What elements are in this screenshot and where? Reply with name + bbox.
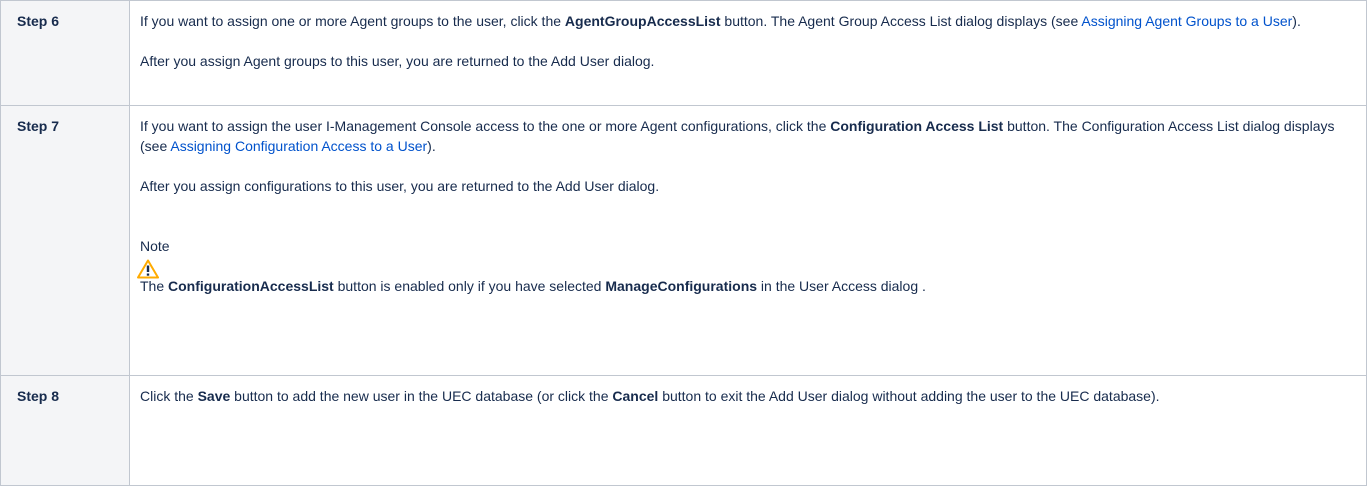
step-result: After you assign configurations to this … [140, 178, 660, 194]
step-row-7: Step 7 If you want to assign the user I-… [0, 105, 1367, 376]
step-row-6: Step 6 If you want to assign one or more… [0, 0, 1367, 106]
text-run: Click the [140, 388, 198, 404]
step-result: After you assign Agent groups to this us… [140, 53, 655, 69]
step-label: Step 6 [0, 0, 130, 106]
step-body: If you want to assign the user I-Managem… [129, 105, 1367, 376]
button-name: Cancel [612, 388, 659, 404]
step-label: Step 7 [0, 105, 130, 376]
step-body: Click the Save button to add the new use… [129, 375, 1367, 486]
button-name: Configuration Access List [830, 118, 1004, 134]
text-run: button. The Agent Group Access List dial… [720, 13, 1082, 29]
note-panel: Note The ConfigurationAccessList button … [137, 236, 1356, 296]
step-description: Click the Save button to add the new use… [140, 386, 1356, 406]
steps-table: Step 6 If you want to assign one or more… [0, 0, 1367, 486]
assigning-agent-groups-link[interactable]: Assigning Agent Groups to a User [1081, 13, 1292, 29]
button-name: Save [197, 388, 231, 404]
note-body: The ConfigurationAccessList button is en… [137, 259, 1356, 296]
note-title: Note [140, 238, 170, 254]
text-run: ). [1292, 13, 1301, 29]
text-run: If you want to assign one or more Agent … [140, 13, 565, 29]
text-run: button to add the new user in the UEC da… [230, 388, 613, 404]
button-name: AgentGroupAccessList [564, 13, 721, 29]
text-run: If you want to assign the user I-Managem… [140, 118, 831, 134]
step-row-8: Step 8 Click the Save button to add the … [0, 375, 1367, 486]
text-run: button to exit the Add User dialog witho… [658, 388, 1160, 404]
text-run: The [140, 278, 169, 294]
warning-icon [137, 259, 159, 279]
step-description: If you want to assign one or more Agent … [140, 11, 1356, 31]
permission-name: ManageConfigurations [605, 278, 758, 294]
button-name: ConfigurationAccessList [168, 278, 334, 294]
step-label: Step 8 [0, 375, 130, 486]
step-body: If you want to assign one or more Agent … [129, 0, 1367, 106]
text-run: ). [427, 138, 436, 154]
assigning-configuration-access-link[interactable]: Assigning Configuration Access to a User [170, 138, 427, 154]
text-run: button is enabled only if you have selec… [333, 278, 606, 294]
text-run: in the User Access dialog . [757, 278, 926, 294]
step-description: If you want to assign the user I-Managem… [140, 116, 1356, 156]
